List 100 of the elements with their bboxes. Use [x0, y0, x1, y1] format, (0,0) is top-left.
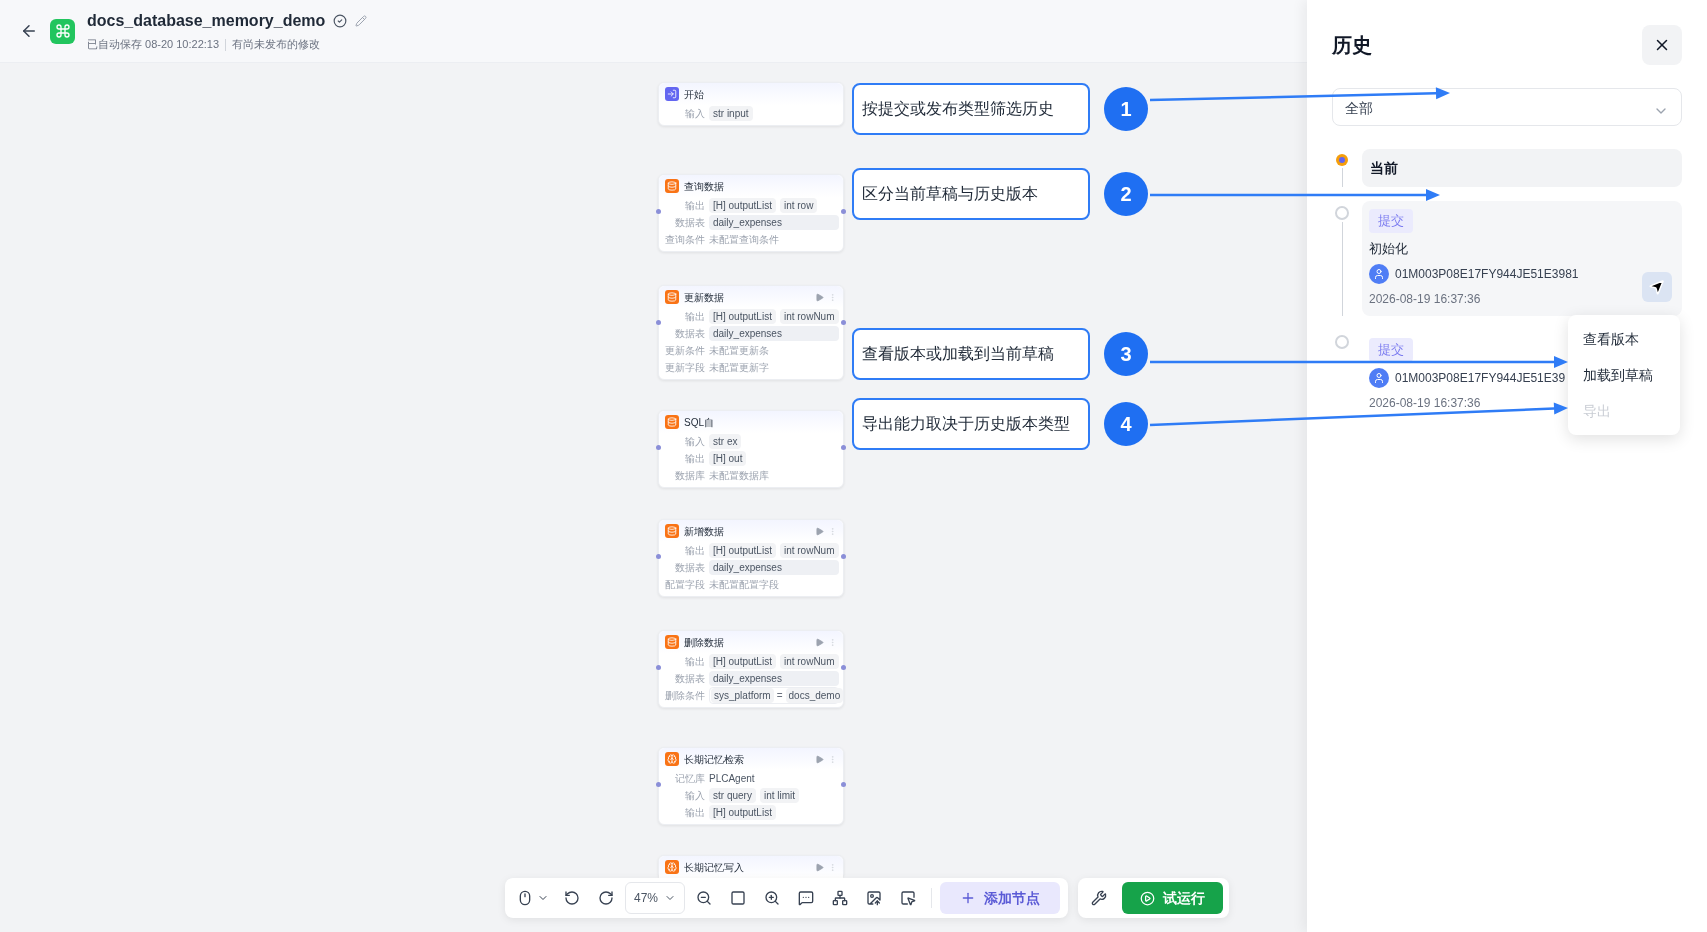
- author-id: 01M003P08E17FY944JE51E39: [1395, 369, 1566, 387]
- undo-icon: [564, 890, 580, 906]
- cursor-box-icon: [900, 890, 917, 906]
- version-title: 初始化: [1369, 239, 1409, 258]
- table-field: daily_expenses: [709, 325, 839, 341]
- type-tag: [H] outputList: [709, 542, 776, 558]
- type-tag: str query: [709, 787, 756, 803]
- table-field: daily_expenses: [709, 214, 839, 230]
- more-button[interactable]: [1642, 272, 1672, 302]
- row-label: 更新条件: [664, 343, 705, 358]
- workflow-node[interactable]: SQL自 输入 str ex 输出 [H] out 数据库 未配置数据库: [658, 410, 844, 488]
- row-label: 输入: [684, 434, 705, 449]
- avatar-icon: [1369, 264, 1389, 284]
- row-label: 记忆库: [674, 771, 705, 786]
- type-tag: int row: [779, 197, 818, 213]
- annotation-callout: 按提交或发布类型筛选历史: [852, 83, 1090, 135]
- row-label: 更新字段: [664, 360, 705, 375]
- row-label: 配置字段: [664, 577, 705, 592]
- mouse-icon: [517, 890, 533, 906]
- workflow-title: docs_database_memory_demo: [87, 11, 326, 32]
- row-label: 输出: [684, 451, 705, 466]
- app-logo-icon: [50, 18, 75, 44]
- step-number-badge: 1: [1104, 87, 1148, 131]
- row-label: 输出: [684, 543, 705, 558]
- history-filter-select[interactable]: 全部: [1332, 88, 1682, 126]
- more-icon[interactable]: [828, 292, 837, 302]
- table-field: daily_expenses: [709, 559, 839, 575]
- node-title: 更新数据: [684, 290, 724, 305]
- workflow-node[interactable]: 更新数据 输出 [H] outputList int rowNum 数据表 daily_expenses 更新条件 未配置更新条 更新字段 未配置更新字: [658, 285, 844, 380]
- commit-tag: 提交: [1369, 209, 1413, 233]
- run-icon[interactable]: [815, 526, 824, 536]
- zoom-dropdown[interactable]: 47%: [625, 882, 686, 914]
- autosave-status: 已自动保存 08-20 10:22:13: [87, 37, 220, 53]
- workflow-node[interactable]: 长期记忆检索 记忆库 PLCAgent 输入 str query int limit 输出 [H] outputList: [658, 747, 844, 825]
- close-button[interactable]: [1642, 25, 1682, 65]
- step-number-badge: 2: [1104, 172, 1148, 216]
- row-label: 输入: [684, 106, 705, 121]
- node-title: 删除数据: [684, 635, 724, 650]
- row-label: 数据表: [674, 671, 705, 686]
- play-icon: [1140, 890, 1156, 906]
- table-field: daily_expenses: [709, 670, 839, 686]
- redo-icon: [598, 890, 614, 906]
- type-tag: str input: [709, 105, 753, 121]
- annotation-callout: 区分当前草稿与历史版本: [852, 168, 1090, 220]
- field-placeholder: 未配置更新条: [709, 343, 769, 358]
- row-label: 数据表: [674, 215, 705, 230]
- author-id: 01M003P08E17FY944JE51E3981: [1395, 266, 1579, 283]
- image-icon: [866, 890, 883, 906]
- wrench-icon: [1091, 890, 1108, 906]
- square-icon: [730, 890, 747, 906]
- more-icon[interactable]: [828, 862, 837, 872]
- row-label: 输出: [684, 805, 705, 820]
- more-icon[interactable]: [828, 754, 837, 764]
- type-tag: [H] outputList: [709, 308, 776, 324]
- field-value: PLCAgent: [709, 771, 755, 786]
- type-tag: [H] outputList: [709, 197, 776, 213]
- workflow-node[interactable]: 长期记忆写入: [658, 855, 844, 879]
- field-placeholder: 未配置配置字段: [709, 577, 779, 592]
- type-tag: [H] outputList: [709, 653, 776, 669]
- row-label: 输出: [684, 309, 705, 324]
- back-icon[interactable]: [20, 22, 38, 40]
- type-tag: int limit: [759, 787, 800, 803]
- workflow-node[interactable]: 新增数据 输出 [H] outputList int rowNum 数据表 daily_expenses 配置字段 未配置配置字段: [658, 519, 844, 597]
- workflow-node[interactable]: 查询数据 输出 [H] outputList int row 数据表 daily_expenses 查询条件 未配置查询条件: [658, 174, 844, 252]
- row-label: 输出: [684, 654, 705, 669]
- type-tag: int rowNum: [779, 542, 839, 558]
- commit-tag: 提交: [1369, 338, 1413, 362]
- row-label: 删除条件: [664, 688, 705, 703]
- run-icon[interactable]: [815, 754, 824, 764]
- annotation-callout: 查看版本或加载到当前草稿: [852, 328, 1090, 380]
- field-placeholder: 未配置数据库: [709, 468, 769, 483]
- type-tag: int rowNum: [779, 653, 839, 669]
- unpublished-status: 有尚未发布的修改: [232, 37, 321, 53]
- step-number-badge: 3: [1104, 332, 1148, 376]
- tree-icon: [832, 890, 849, 906]
- version-time: 2026-08-19 16:37:36: [1369, 394, 1481, 412]
- type-tag: [H] outputList: [709, 804, 776, 820]
- check-icon: [333, 14, 348, 29]
- run-icon[interactable]: [815, 637, 824, 647]
- type-tag: int rowNum: [779, 308, 839, 324]
- type-tag: [H] out: [709, 450, 747, 466]
- edit-icon[interactable]: [355, 15, 368, 28]
- run-icon[interactable]: [815, 292, 824, 302]
- comment-icon: [798, 890, 815, 906]
- node-title: 新增数据: [684, 524, 724, 539]
- row-label: 查询条件: [664, 232, 705, 247]
- more-icon[interactable]: [828, 526, 837, 536]
- field-placeholder: 未配置查询条件: [709, 232, 779, 247]
- type-tag: str ex: [709, 433, 742, 449]
- run-icon[interactable]: [815, 862, 824, 872]
- field-placeholder: 未配置更新字: [709, 360, 769, 375]
- current-draft-item[interactable]: 当前: [1362, 149, 1682, 187]
- version-item[interactable]: 提交 初始化 01M003P08E17FY944JE51E3981 2026-08-19 16:37:36: [1362, 201, 1682, 316]
- add-node-button[interactable]: 添加节点: [940, 882, 1061, 914]
- avatar-icon: [1369, 367, 1389, 388]
- more-icon[interactable]: [828, 637, 837, 647]
- zoom-out-icon: [696, 890, 713, 906]
- cursor-icon: [1648, 278, 1666, 296]
- menu-item[interactable]: 加载到草稿: [1568, 357, 1680, 393]
- workflow-node[interactable]: 开始 输入 str input: [658, 82, 844, 126]
